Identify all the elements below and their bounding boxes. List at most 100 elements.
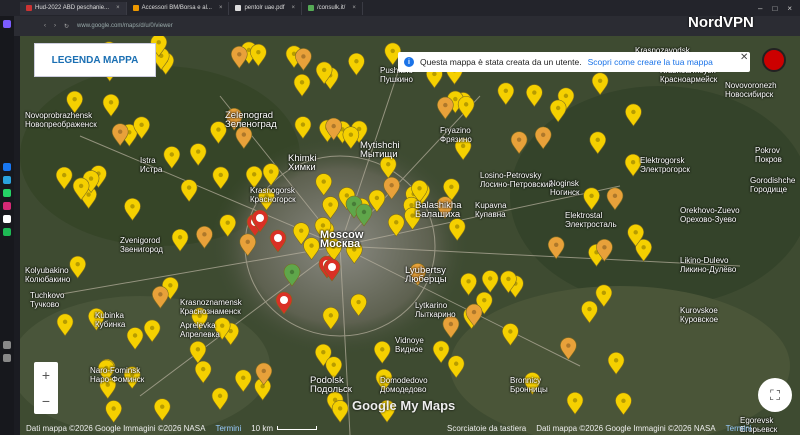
settings-icon[interactable] <box>3 354 11 362</box>
maximize-icon[interactable]: □ <box>772 4 777 13</box>
close-icon[interactable]: × <box>352 5 356 11</box>
yellow-marker[interactable] <box>432 340 450 364</box>
tab-3[interactable]: pentolr uae.pdf × <box>229 1 302 15</box>
yellow-marker[interactable] <box>322 196 339 220</box>
terms-link-2[interactable]: Termini <box>726 424 752 433</box>
zoom-in-button[interactable]: + <box>34 364 58 386</box>
close-window-icon[interactable]: × <box>787 4 792 13</box>
yellow-marker[interactable] <box>69 255 87 279</box>
fire-marker[interactable] <box>323 258 341 282</box>
map-canvas[interactable]: Zelenograd Зеленоград Khimki Химки Mytishchi… <box>20 36 800 435</box>
orange-marker[interactable] <box>437 96 454 120</box>
reload-icon[interactable]: ↻ <box>64 23 69 30</box>
yellow-marker[interactable] <box>303 237 320 261</box>
orange-marker[interactable] <box>606 187 624 211</box>
yellow-marker[interactable] <box>250 43 267 67</box>
yellow-marker[interactable] <box>143 319 161 343</box>
orange-marker[interactable] <box>111 123 129 147</box>
instagram-icon[interactable] <box>3 202 11 210</box>
yellow-marker[interactable] <box>293 74 311 97</box>
orange-marker[interactable] <box>196 226 213 249</box>
orange-marker[interactable] <box>239 233 257 257</box>
yellow-marker[interactable] <box>163 146 181 170</box>
yellow-marker[interactable] <box>180 179 198 203</box>
yellow-marker[interactable] <box>102 94 120 117</box>
yellow-marker[interactable] <box>189 143 207 167</box>
yellow-marker[interactable] <box>481 270 499 294</box>
yellow-marker[interactable] <box>589 131 607 155</box>
green-marker[interactable] <box>283 263 301 287</box>
yellow-marker[interactable] <box>262 163 280 187</box>
yellow-marker[interactable] <box>219 214 237 238</box>
yellow-marker[interactable] <box>549 99 567 123</box>
yellow-marker[interactable] <box>448 218 466 242</box>
fire-marker[interactable] <box>275 291 293 315</box>
whatsapp-icon[interactable] <box>3 189 11 197</box>
yellow-marker[interactable] <box>124 198 141 221</box>
yellow-marker[interactable] <box>171 229 189 252</box>
create-map-link[interactable]: Scopri come creare la tua mappa <box>588 57 713 67</box>
home-icon[interactable] <box>3 20 11 28</box>
close-icon[interactable]: × <box>116 5 120 11</box>
yellow-marker[interactable] <box>526 84 543 108</box>
shortcuts-link[interactable]: Scorciatoie da tastiera <box>447 424 526 433</box>
yellow-marker[interactable] <box>294 116 312 140</box>
orange-marker[interactable] <box>560 337 577 361</box>
orange-marker[interactable] <box>534 126 552 150</box>
yellow-marker[interactable] <box>583 187 600 211</box>
orange-marker[interactable] <box>230 46 248 69</box>
messenger-icon[interactable] <box>3 163 11 171</box>
yellow-marker[interactable] <box>348 53 365 76</box>
close-icon[interactable]: ✕ <box>740 52 748 63</box>
tab-4[interactable]: /consulk.it/ × <box>302 1 363 15</box>
yellow-marker[interactable] <box>315 173 333 197</box>
tab-2[interactable]: Accessori BM/Borsa e al... × <box>127 1 230 15</box>
fullscreen-button[interactable]: ⛶ <box>758 378 792 412</box>
yellow-marker[interactable] <box>457 96 475 119</box>
close-icon[interactable]: × <box>291 5 295 11</box>
legend-button[interactable]: LEGENDA MAPPA <box>34 43 156 77</box>
yellow-marker[interactable] <box>460 273 477 296</box>
yellow-marker[interactable] <box>502 323 519 347</box>
yellow-marker[interactable] <box>212 166 230 190</box>
green-marker[interactable] <box>355 203 373 227</box>
yellow-marker[interactable] <box>153 398 171 422</box>
yellow-marker[interactable] <box>595 284 613 308</box>
yellow-marker[interactable] <box>373 341 391 364</box>
yellow-marker[interactable] <box>607 352 625 375</box>
history-icon[interactable] <box>3 341 11 349</box>
yellow-marker[interactable] <box>234 369 252 393</box>
yellow-marker[interactable] <box>581 300 598 324</box>
yellow-marker[interactable] <box>342 126 360 150</box>
fire-marker[interactable] <box>269 229 287 253</box>
yellow-marker[interactable] <box>126 327 144 351</box>
yellow-marker[interactable] <box>625 103 642 127</box>
terms-link[interactable]: Termini <box>215 424 241 433</box>
close-icon[interactable]: × <box>219 5 223 11</box>
forward-icon[interactable]: › <box>54 23 56 29</box>
yellow-marker[interactable] <box>189 341 207 364</box>
yellow-marker[interactable] <box>245 166 263 189</box>
yellow-marker[interactable] <box>331 400 349 423</box>
telegram-icon[interactable] <box>3 176 11 184</box>
yellow-marker[interactable] <box>615 392 632 416</box>
yellow-marker[interactable] <box>55 166 73 190</box>
yellow-marker[interactable] <box>350 293 367 317</box>
yellow-marker[interactable] <box>66 90 83 114</box>
orange-marker[interactable] <box>547 236 565 260</box>
url-field[interactable]: www.google.com/maps/d/u/0/viewer <box>77 23 173 29</box>
yellow-marker[interactable] <box>447 355 465 379</box>
back-icon[interactable]: ‹ <box>44 23 46 29</box>
zoom-out-button[interactable]: − <box>34 390 58 412</box>
x-icon[interactable] <box>3 215 11 223</box>
orange-marker[interactable] <box>383 177 400 200</box>
yellow-marker[interactable] <box>497 82 515 106</box>
yellow-marker[interactable] <box>322 307 340 330</box>
yellow-marker[interactable] <box>591 72 609 96</box>
yellow-marker[interactable] <box>387 214 405 237</box>
yellow-marker[interactable] <box>105 400 122 424</box>
spotify-icon[interactable] <box>3 228 11 236</box>
tab-1[interactable]: Hud-2022 ABD peschanie... × <box>20 1 127 15</box>
yellow-marker[interactable] <box>56 313 74 337</box>
yellow-marker[interactable] <box>624 154 642 177</box>
